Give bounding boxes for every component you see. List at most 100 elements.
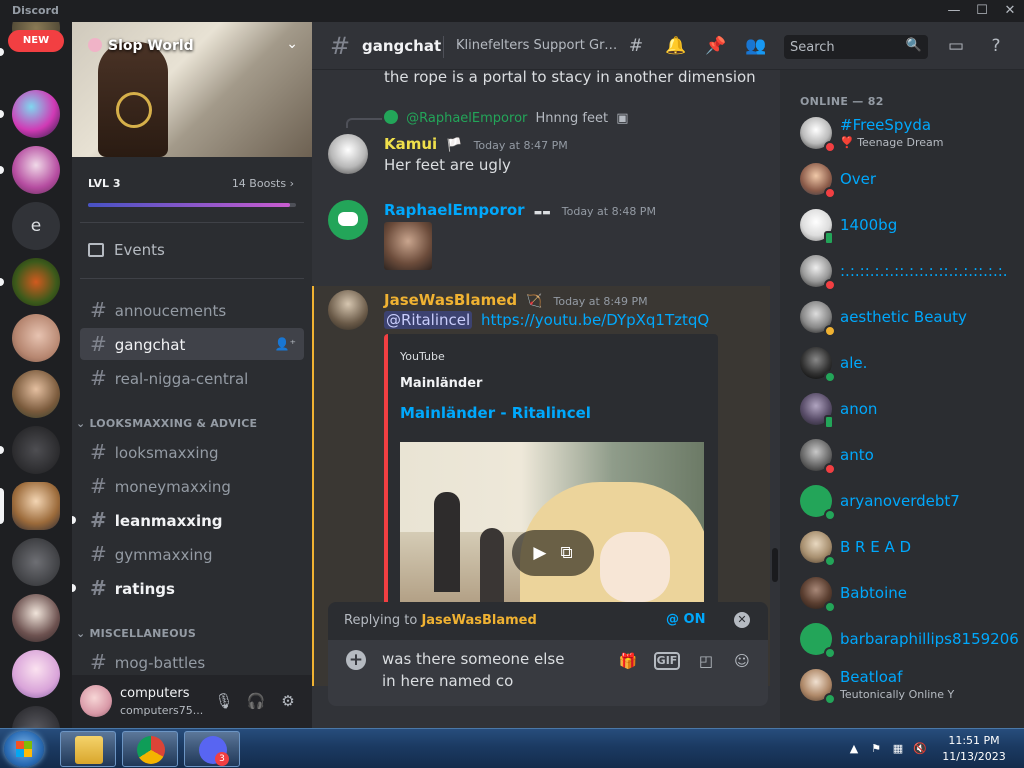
member-row[interactable]: anto [788,434,1018,476]
channel-real-central[interactable]: # real-nigga-central [80,362,304,394]
member-row[interactable]: #FreeSpyda ❣️ Teenage Dream [788,112,1018,154]
category-looksmaxxing[interactable]: ⌄ LOOKSMAXXING & ADVICE [76,417,257,430]
taskbar-discord[interactable]: 3 [184,731,240,767]
maximize-button[interactable]: ☐ [968,2,996,20]
invite-member-icon[interactable]: 👤⁺ [275,328,296,360]
channel-label: gymmaxxing [114,546,213,564]
volume-muted-icon[interactable]: 🔇 [912,741,928,757]
reply-preview[interactable]: @RaphaelEmporor Hnnng feet ▣ [384,110,629,126]
plus-icon[interactable]: + [346,650,366,670]
message-author[interactable]: JaseWasBlamed [384,291,517,309]
taskbar-chrome[interactable] [122,731,178,767]
header-divider [443,36,444,58]
message-link[interactable]: https://youtu.be/DYpXq1TztqQ [481,311,709,329]
network-icon[interactable]: ▦ [890,741,906,757]
unread-indicator [72,516,76,524]
channel-moneymaxxing[interactable]: # moneymaxxing [80,470,304,502]
user-name[interactable]: computers [120,686,189,701]
channel-ratings[interactable]: # ratings [80,572,304,604]
events-item[interactable]: Events [88,241,165,259]
sticker-icon[interactable]: ◰ [694,650,718,672]
server-icon[interactable] [12,90,60,138]
status-online-icon [824,509,836,521]
server-icon-slop-world[interactable] [12,482,60,530]
channel-annoucements[interactable]: # annoucements [80,294,304,326]
server-icon[interactable] [12,706,60,728]
member-row[interactable]: Beatloaf Teutonically Online Y [788,664,1018,706]
threads-icon[interactable]: # [624,35,648,57]
bell-icon[interactable]: 🔔 [664,35,688,57]
message-text: the rope is a portal to stacy in another… [384,70,756,86]
help-icon[interactable]: ? [984,35,1008,57]
calendar-icon [88,243,104,257]
channel-looksmaxxing[interactable]: # looksmaxxing [80,436,304,468]
member-row[interactable]: Babtoine [788,572,1018,614]
author-avatar[interactable] [328,134,368,174]
image-attachment[interactable] [384,222,432,270]
boost-progress[interactable]: LVL 3 14 Boosts › [72,157,312,219]
embed-title[interactable]: Mainländer - Ritalincel [400,404,591,422]
server-name[interactable]: Slop World [88,38,194,54]
hash-icon: # [90,298,107,322]
taskbar-explorer[interactable] [60,731,116,767]
server-icon[interactable] [12,594,60,642]
channel-mog-battles[interactable]: # mog-battles [80,646,304,678]
members-icon[interactable]: 👥 [744,35,768,57]
user-avatar[interactable] [80,685,112,717]
embed-provider[interactable]: YouTube [400,350,445,363]
member-row[interactable]: ale. [788,342,1018,384]
member-row[interactable]: :.:.::.:.:.::.:.:.:.::.:.:.::.:.:. [788,250,1018,292]
start-button[interactable] [4,731,44,767]
server-icon[interactable] [12,650,60,698]
member-row[interactable]: barbaraphillips8159206 [788,618,1019,660]
member-row[interactable]: aryanoverdebt7 [788,480,1018,522]
server-icon[interactable] [12,538,60,586]
message-author[interactable]: RaphaelEmporor [384,201,525,219]
search-input[interactable] [784,35,902,59]
close-window-button[interactable]: ✕ [996,2,1024,20]
message-input[interactable] [382,648,582,698]
member-row[interactable]: aesthetic Beauty [788,296,1018,338]
minimize-button[interactable]: — [940,2,968,20]
play-icon[interactable]: ▶⧉ [512,530,594,576]
author-avatar[interactable] [328,290,368,330]
gear-icon[interactable]: ⚙ [278,691,298,711]
inbox-icon[interactable]: ▭ [944,35,968,57]
server-icon[interactable] [12,314,60,362]
microphone-icon[interactable]: 🎙 [214,691,234,711]
scrollbar-thumb[interactable] [772,548,778,582]
server-icon[interactable] [12,258,60,306]
channel-gangchat[interactable]: # gangchat 👤⁺ [80,328,304,360]
clock[interactable]: 11:51 PM 11/13/2023 [936,733,1012,765]
search-box[interactable]: 🔍 [784,35,928,59]
video-thumbnail[interactable]: ▶⧉ [400,442,704,624]
gif-button[interactable]: GIF [654,652,680,670]
server-icon[interactable] [12,370,60,418]
mention-toggle[interactable]: @ ON [666,612,705,627]
embed-author[interactable]: Mainländer [400,376,482,391]
channel-leanmaxxing[interactable]: # leanmaxxing [80,504,304,536]
chevron-down-icon[interactable]: ⌄ [286,36,298,52]
channel-topic[interactable]: Klinefelters Support Gro... [456,38,618,53]
reply-text: Hnnng feet [535,111,609,126]
gift-icon[interactable]: 🎁 [616,650,640,672]
pin-icon[interactable]: 📌 [704,35,728,57]
member-row[interactable]: 1400bg [788,204,1018,246]
member-row[interactable]: Over [788,158,1018,200]
author-avatar[interactable] [328,200,368,240]
server-icon[interactable] [12,426,60,474]
server-icon[interactable] [12,146,60,194]
chevron-up-icon[interactable]: ▲ [846,741,862,757]
flag-tray-icon[interactable]: ⚑ [868,741,884,757]
message-author[interactable]: Kamui [384,135,437,153]
server-icon-letter[interactable]: e [12,202,60,250]
category-misc[interactable]: ⌄ MISCELLANEOUS [76,627,196,640]
member-row[interactable]: B R E A D [788,526,1018,568]
channel-gymmaxxing[interactable]: # gymmaxxing [80,538,304,570]
close-icon[interactable]: ✕ [734,612,750,628]
server-banner[interactable]: Slop World ⌄ [72,22,312,157]
emoji-icon[interactable]: ☺ [730,650,754,672]
headphones-icon[interactable]: 🎧 [246,691,266,711]
user-mention[interactable]: @Ritalincel [384,311,473,329]
member-row[interactable]: anon [788,388,1018,430]
